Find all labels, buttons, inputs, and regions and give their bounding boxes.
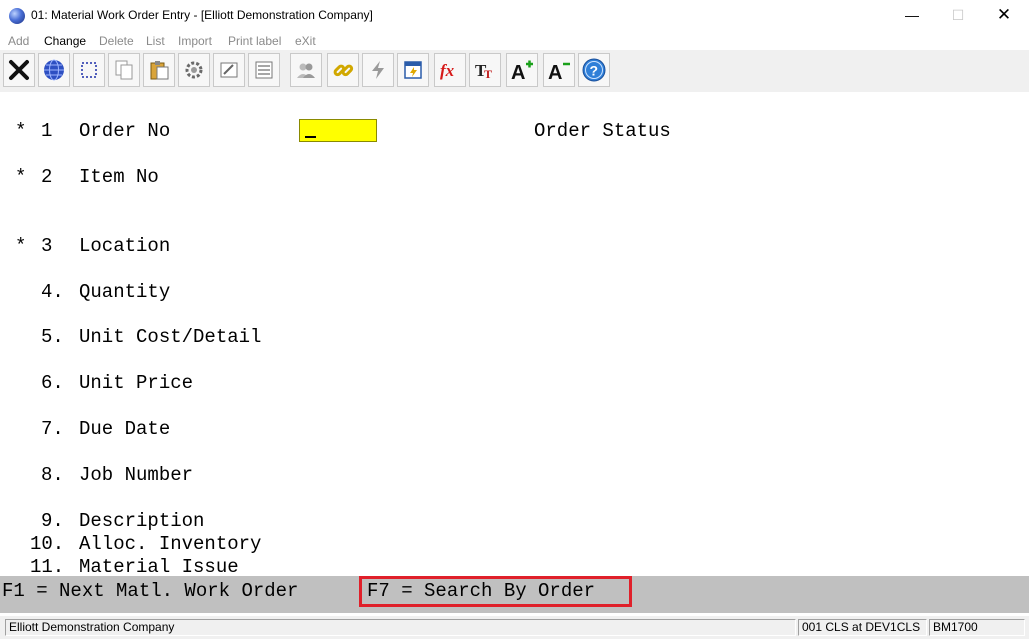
- menu-delete[interactable]: Delete: [99, 34, 134, 48]
- field-number: 3: [41, 235, 53, 257]
- status-company: Elliott Demonstration Company: [5, 619, 796, 636]
- status-program: BM1700: [929, 619, 1025, 636]
- field-label-alloc-inventory: Alloc. Inventory: [79, 533, 262, 555]
- status-connection: 001 CLS at DEV1CLS: [798, 619, 927, 636]
- notes-icon[interactable]: [397, 53, 429, 87]
- menu-import[interactable]: Import: [178, 34, 212, 48]
- field-number: 6.: [41, 372, 64, 394]
- function-icon[interactable]: fx: [434, 53, 466, 87]
- field-label-order-no: Order No: [79, 120, 171, 142]
- svg-text:fx: fx: [440, 61, 455, 80]
- svg-text:?: ?: [590, 63, 599, 79]
- field-label-location: Location: [79, 235, 171, 257]
- menu-change[interactable]: Change: [44, 34, 86, 48]
- font-decrease-icon[interactable]: A: [543, 53, 575, 87]
- field-label-description: Description: [79, 510, 205, 532]
- field-number: 11.: [30, 556, 65, 578]
- f1-next-order-hint[interactable]: F1 = Next Matl. Work Order: [2, 580, 298, 602]
- field-number: 10.: [30, 533, 65, 555]
- field-label-job-number: Job Number: [79, 464, 194, 486]
- f7-search-by-order-hint[interactable]: F7 = Search By Order: [359, 576, 632, 607]
- settings-icon[interactable]: [178, 53, 210, 87]
- font-increase-icon[interactable]: A: [506, 53, 538, 87]
- globe-icon[interactable]: [38, 53, 70, 87]
- menu-print-label[interactable]: Print label: [228, 34, 281, 48]
- text-cursor: [305, 136, 316, 138]
- field-number: 8.: [41, 464, 64, 486]
- select-icon[interactable]: [73, 53, 105, 87]
- order-no-input[interactable]: [299, 119, 377, 142]
- field-label-item-no: Item No: [79, 166, 159, 188]
- app-icon: [9, 8, 25, 24]
- svg-text:T: T: [484, 67, 492, 81]
- svg-text:A: A: [511, 62, 525, 82]
- function-key-bar: F1 = Next Matl. Work Order F7 = Search B…: [0, 576, 1029, 613]
- title-bar: 01: Material Work Order Entry - [Elliott…: [0, 0, 1029, 32]
- entry-screen: * 1 Order No Order Status * 2 Item No * …: [0, 92, 1029, 578]
- link-icon[interactable]: [327, 53, 359, 87]
- field-number: 1: [41, 120, 53, 142]
- required-mark: *: [15, 166, 27, 188]
- menu-bar: Add Change Delete List Import Print labe…: [0, 32, 1029, 50]
- required-mark: *: [15, 235, 27, 257]
- field-label-unit-cost: Unit Cost/Detail: [79, 326, 262, 348]
- field-number: 4.: [41, 281, 64, 303]
- field-label-material-issue: Material Issue: [79, 556, 239, 578]
- edit-form-icon[interactable]: [213, 53, 245, 87]
- field-number: 5.: [41, 326, 64, 348]
- menu-exit[interactable]: eXit: [295, 34, 316, 48]
- required-mark: *: [15, 120, 27, 142]
- field-number: 2: [41, 166, 53, 188]
- font-icon[interactable]: TT: [469, 53, 501, 87]
- list-icon[interactable]: [248, 53, 280, 87]
- field-label-due-date: Due Date: [79, 418, 171, 440]
- exit-icon[interactable]: [3, 53, 35, 87]
- toolbar: fx TT A A ?: [0, 50, 1029, 93]
- field-label-unit-price: Unit Price: [79, 372, 194, 394]
- menu-add[interactable]: Add: [8, 34, 29, 48]
- status-bar: Elliott Demonstration Company 001 CLS at…: [0, 616, 1029, 639]
- field-number: 9.: [41, 510, 64, 532]
- users-icon[interactable]: [290, 53, 322, 87]
- order-status-label: Order Status: [534, 120, 671, 142]
- minimize-button[interactable]: —: [889, 0, 935, 32]
- window-title: 01: Material Work Order Entry - [Elliott…: [31, 8, 373, 22]
- paste-icon[interactable]: [143, 53, 175, 87]
- close-button[interactable]: ✕: [981, 0, 1027, 32]
- menu-list[interactable]: List: [146, 34, 165, 48]
- help-icon[interactable]: ?: [578, 53, 610, 87]
- lightning-icon[interactable]: [362, 53, 394, 87]
- copy-icon[interactable]: [108, 53, 140, 87]
- maximize-button[interactable]: ☐: [935, 0, 981, 32]
- svg-text:A: A: [548, 62, 562, 82]
- field-number: 7.: [41, 418, 64, 440]
- field-label-quantity: Quantity: [79, 281, 171, 303]
